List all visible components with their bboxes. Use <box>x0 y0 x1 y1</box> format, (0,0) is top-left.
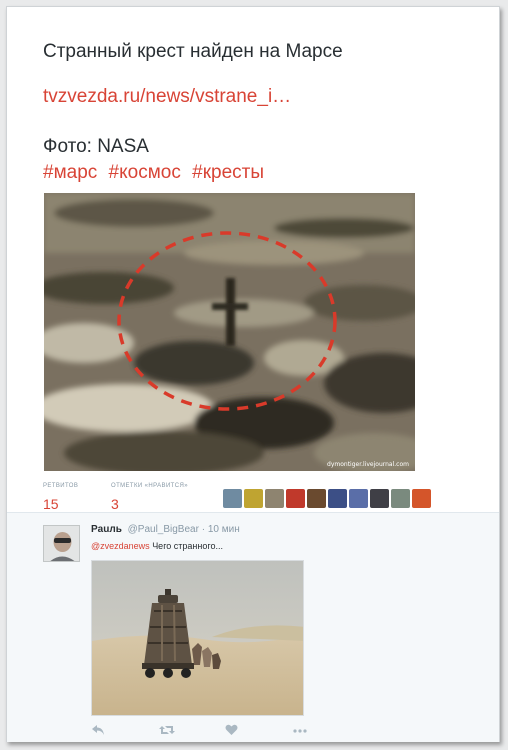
reply-body: @zvezdanews Чего странного... <box>91 541 223 551</box>
liker-avatar[interactable] <box>412 489 431 508</box>
hashtags: #марс #космос #кресты <box>43 162 270 184</box>
reply-photo[interactable] <box>91 560 304 716</box>
liker-avatar[interactable] <box>391 489 410 508</box>
reply-actions <box>91 724 311 740</box>
tweet-card: Странный крест найден на Марсе tvzvezda.… <box>6 6 500 742</box>
reply-time[interactable]: · 10 мин <box>202 524 240 535</box>
reply-avatar-image <box>44 526 79 561</box>
reply-author-handle[interactable]: @Paul_BigBear <box>128 524 199 535</box>
photo-caption: Фото: NASA <box>43 136 149 157</box>
tweet-stats: РЕТВИТОВ 15 ОТМЕТКИ «НРАВИТСЯ» 3 <box>43 483 489 515</box>
hashtag-mars[interactable]: #марс <box>43 162 97 183</box>
likes-stat[interactable]: ОТМЕТКИ «НРАВИТСЯ» 3 <box>111 483 188 512</box>
reply-tweet: Pauль @Paul_BigBear · 10 мин @zvezdanews… <box>7 512 499 742</box>
liker-avatar[interactable] <box>265 489 284 508</box>
retweets-count: 15 <box>43 496 59 512</box>
reply-mention[interactable]: @zvezdanews <box>91 541 150 551</box>
more-icon[interactable] <box>293 724 307 739</box>
reply-header: Pauль @Paul_BigBear · 10 мин <box>91 524 240 535</box>
liker-avatar[interactable] <box>307 489 326 508</box>
liker-avatar[interactable] <box>328 489 347 508</box>
retweets-stat[interactable]: РЕТВИТОВ 15 <box>43 483 78 512</box>
liker-avatar[interactable] <box>244 489 263 508</box>
reply-photo-image <box>92 561 303 715</box>
liker-avatars <box>223 489 431 508</box>
tweet-main: Странный крест найден на Марсе tvzvezda.… <box>7 7 499 512</box>
liker-avatar[interactable] <box>370 489 389 508</box>
reply-icon[interactable] <box>91 724 105 739</box>
liker-avatar[interactable] <box>223 489 242 508</box>
like-icon[interactable] <box>225 724 238 739</box>
tweet-link[interactable]: tvzvezda.ru/news/vstrane_i… <box>43 86 291 108</box>
hashtag-crosses[interactable]: #кресты <box>192 162 264 183</box>
likes-label: ОТМЕТКИ «НРАВИТСЯ» <box>111 483 188 489</box>
avatar[interactable] <box>43 525 80 562</box>
mars-photo[interactable]: dymontiger.livejournal.com <box>44 193 415 471</box>
reply-author-name[interactable]: Pauль <box>91 524 122 535</box>
likes-count: 3 <box>111 496 119 512</box>
tweet-text: Странный крест найден на Марсе <box>43 41 343 62</box>
liker-avatar[interactable] <box>349 489 368 508</box>
mars-photo-image <box>44 193 415 471</box>
hashtag-cosmos[interactable]: #космос <box>109 162 181 183</box>
reply-text: Чего странного... <box>152 541 223 551</box>
liker-avatar[interactable] <box>286 489 305 508</box>
photo-watermark: dymontiger.livejournal.com <box>327 461 409 468</box>
retweet-icon[interactable] <box>159 724 175 739</box>
retweets-label: РЕТВИТОВ <box>43 483 79 489</box>
